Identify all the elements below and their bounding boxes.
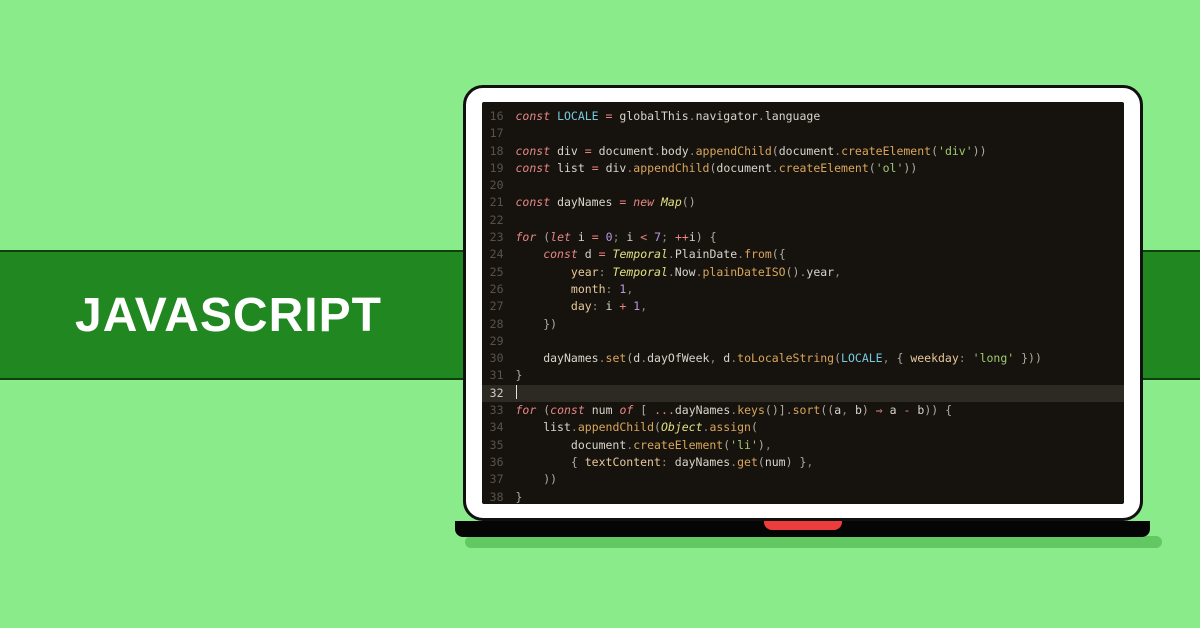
line-number: 18: [482, 143, 516, 160]
line-number: 20: [482, 177, 516, 194]
line-number: 31: [482, 367, 516, 384]
code-content: }: [516, 367, 523, 384]
page-title: JAVASCRIPT: [75, 288, 382, 343]
line-number: 24: [482, 246, 516, 263]
line-number: 27: [482, 298, 516, 315]
line-number: 22: [482, 212, 516, 229]
code-line: 31}: [482, 367, 1124, 384]
line-number: 38: [482, 489, 516, 504]
code-line: 25 year: Temporal.Now.plainDateISO().yea…: [482, 264, 1124, 281]
code-content: }): [516, 316, 558, 333]
laptop-shadow: [465, 536, 1162, 548]
code-line: 26 month: 1,: [482, 281, 1124, 298]
line-number: 21: [482, 194, 516, 211]
code-line: 20: [482, 177, 1124, 194]
code-content: const list = div.appendChild(document.cr…: [516, 160, 918, 177]
line-number: 28: [482, 316, 516, 333]
code-line: 34 list.appendChild(Object.assign(: [482, 419, 1124, 436]
code-content: )): [516, 471, 558, 488]
code-content: document.createElement('li'),: [516, 437, 772, 454]
code-content: year: Temporal.Now.plainDateISO().year,: [516, 264, 842, 281]
code-line: 30 dayNames.set(d.dayOfWeek, d.toLocaleS…: [482, 350, 1124, 367]
line-number: 16: [482, 108, 516, 125]
line-number: 17: [482, 125, 516, 142]
line-number: 33: [482, 402, 516, 419]
code-content: [516, 385, 517, 402]
code-line: 29: [482, 333, 1124, 350]
code-content: const dayNames = new Map(): [516, 194, 696, 211]
code-line: 22: [482, 212, 1124, 229]
code-content: month: 1,: [516, 281, 634, 298]
code-content: const d = Temporal.PlainDate.from({: [516, 246, 786, 263]
code-line: 19const list = div.appendChild(document.…: [482, 160, 1124, 177]
line-number: 23: [482, 229, 516, 246]
code-line: 33for (const num of [ ...dayNames.keys()…: [482, 402, 1124, 419]
code-line: 21const dayNames = new Map(): [482, 194, 1124, 211]
code-line: 16const LOCALE = globalThis.navigator.la…: [482, 108, 1124, 125]
code-content: dayNames.set(d.dayOfWeek, d.toLocaleStri…: [516, 350, 1042, 367]
code-editor: 16const LOCALE = globalThis.navigator.la…: [482, 102, 1124, 504]
code-content: }: [516, 489, 523, 504]
line-number: 30: [482, 350, 516, 367]
line-number: 19: [482, 160, 516, 177]
code-line: 38}: [482, 489, 1124, 504]
laptop-notch: [764, 521, 842, 530]
line-number: 34: [482, 419, 516, 436]
code-line: 24 const d = Temporal.PlainDate.from({: [482, 246, 1124, 263]
code-line: 27 day: i + 1,: [482, 298, 1124, 315]
line-number: 35: [482, 437, 516, 454]
code-content: const div = document.body.appendChild(do…: [516, 143, 987, 160]
laptop-base: [455, 521, 1150, 537]
code-line: 36 { textContent: dayNames.get(num) },: [482, 454, 1124, 471]
code-content: { textContent: dayNames.get(num) },: [516, 454, 814, 471]
code-line: 18const div = document.body.appendChild(…: [482, 143, 1124, 160]
code-line: 28 }): [482, 316, 1124, 333]
laptop-screen: 16const LOCALE = globalThis.navigator.la…: [463, 85, 1143, 521]
code-content: list.appendChild(Object.assign(: [516, 419, 758, 436]
line-number: 26: [482, 281, 516, 298]
code-content: day: i + 1,: [516, 298, 648, 315]
line-number: 25: [482, 264, 516, 281]
code-content: const LOCALE = globalThis.navigator.lang…: [516, 108, 821, 125]
line-number: 37: [482, 471, 516, 488]
code-line: 32: [482, 385, 1124, 402]
line-number: 32: [482, 385, 516, 402]
code-line: 23for (let i = 0; i < 7; ++i) {: [482, 229, 1124, 246]
line-number: 29: [482, 333, 516, 350]
code-line: 35 document.createElement('li'),: [482, 437, 1124, 454]
code-line: 17: [482, 125, 1124, 142]
code-line: 37 )): [482, 471, 1124, 488]
text-cursor: [516, 385, 517, 399]
code-content: for (let i = 0; i < 7; ++i) {: [516, 229, 717, 246]
line-number: 36: [482, 454, 516, 471]
laptop-illustration: 16const LOCALE = globalThis.navigator.la…: [455, 85, 1150, 538]
code-content: for (const num of [ ...dayNames.keys()].…: [516, 402, 953, 419]
